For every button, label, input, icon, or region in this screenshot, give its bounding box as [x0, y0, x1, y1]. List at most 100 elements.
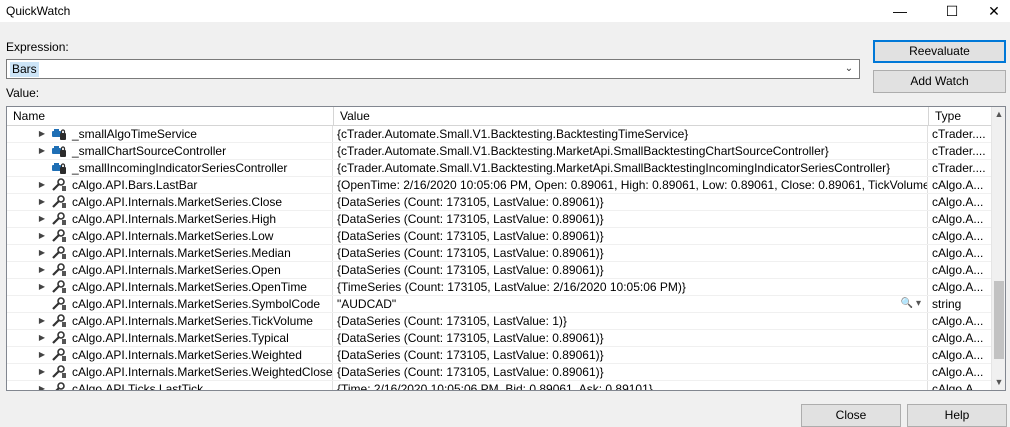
- expand-arrow-icon[interactable]: ▶: [37, 364, 47, 380]
- row-value-text: {DataSeries (Count: 173105, LastValue: 0…: [337, 246, 604, 260]
- row-name-label: cAlgo.API.Internals.MarketSeries.Median: [72, 246, 291, 260]
- reevaluate-button[interactable]: Reevaluate: [873, 40, 1006, 63]
- table-row[interactable]: cAlgo.API.Internals.MarketSeries.SymbolC…: [7, 296, 991, 313]
- column-header-type[interactable]: Type: [929, 107, 991, 125]
- expand-arrow-icon[interactable]: ▶: [37, 245, 47, 261]
- cell-value[interactable]: {cTrader.Automate.Small.V1.Backtesting.B…: [334, 126, 928, 142]
- cell-name: ▶ cAlgo.API.Internals.MarketSeries.TickVo…: [7, 313, 333, 329]
- row-value-text: {DataSeries (Count: 173105, LastValue: 0…: [337, 229, 604, 243]
- property-wrench-icon: [51, 314, 67, 328]
- cell-value[interactable]: {cTrader.Automate.Small.V1.Backtesting.M…: [334, 143, 928, 159]
- minimize-button[interactable]: —: [878, 0, 922, 22]
- table-row[interactable]: ▶ cAlgo.API.Internals.MarketSeries.TickVo…: [7, 313, 991, 330]
- close-window-button[interactable]: ✕: [972, 0, 1010, 22]
- expand-arrow-icon[interactable]: ▶: [37, 177, 47, 193]
- visualizer-magnifier-icon[interactable]: 🔍 ▾: [901, 296, 921, 312]
- cell-type: cAlgo.A...: [932, 280, 984, 294]
- table-row[interactable]: ▶ cAlgo.API.Internals.MarketSeries.High {D…: [7, 211, 991, 228]
- property-wrench-icon: [51, 229, 67, 243]
- maximize-button[interactable]: ☐: [930, 0, 974, 22]
- row-value-text: {DataSeries (Count: 173105, LastValue: 0…: [337, 348, 604, 362]
- cell-value[interactable]: {DataSeries (Count: 173105, LastValue: 0…: [334, 364, 928, 380]
- add-watch-button[interactable]: Add Watch: [873, 70, 1006, 93]
- property-wrench-icon: [51, 280, 67, 294]
- row-name-label: cAlgo.API.Internals.MarketSeries.Open: [72, 263, 281, 277]
- scroll-down-icon[interactable]: ▼: [992, 375, 1005, 389]
- row-value-text: {cTrader.Automate.Small.V1.Backtesting.M…: [337, 161, 891, 175]
- cell-value[interactable]: {DataSeries (Count: 173105, LastValue: 0…: [334, 228, 928, 244]
- table-row[interactable]: ▶ cAlgo.API.Internals.MarketSeries.OpenTi…: [7, 279, 991, 296]
- cell-value[interactable]: {OpenTime: 2/16/2020 10:05:06 PM, Open: …: [334, 177, 928, 193]
- table-row[interactable]: ▶ cAlgo.API.Internals.MarketSeries.Median…: [7, 245, 991, 262]
- row-name-label: cAlgo.API.Internals.MarketSeries.SymbolC…: [72, 297, 321, 311]
- expression-input[interactable]: Bars ⌄: [6, 59, 860, 79]
- vertical-scrollbar[interactable]: ▲ ▼: [991, 107, 1005, 390]
- expression-value[interactable]: Bars: [10, 62, 39, 77]
- column-header-name[interactable]: Name: [7, 107, 334, 125]
- row-value-text: {DataSeries (Count: 173105, LastValue: 1…: [337, 314, 567, 328]
- row-name-label: cAlgo.API.Internals.MarketSeries.Low: [72, 229, 274, 243]
- expand-arrow-icon[interactable]: ▶: [37, 194, 47, 210]
- row-name-label: cAlgo.API.Internals.MarketSeries.Weighte…: [72, 365, 333, 379]
- cell-value[interactable]: {cTrader.Automate.Small.V1.Backtesting.M…: [334, 160, 928, 176]
- cell-type: cTrader....: [932, 127, 986, 141]
- cell-value[interactable]: {DataSeries (Count: 173105, LastValue: 0…: [334, 211, 928, 227]
- table-row[interactable]: ▶ cAlgo.API.Internals.MarketSeries.Low {Da…: [7, 228, 991, 245]
- cell-name: ▶ cAlgo.API.Bars.LastBar: [7, 177, 333, 193]
- watch-grid[interactable]: Name Value Type ▶ _smallAlgoTimeService {c…: [6, 106, 1006, 391]
- row-name-label: _smallAlgoTimeService: [72, 127, 197, 141]
- expand-arrow-icon[interactable]: ▶: [37, 228, 47, 244]
- cell-value[interactable]: {DataSeries (Count: 173105, LastValue: 0…: [334, 330, 928, 346]
- table-row[interactable]: ▶ _smallAlgoTimeService {cTrader.Automate.…: [7, 126, 991, 143]
- cell-name: cAlgo.API.Internals.MarketSeries.SymbolC…: [7, 296, 333, 312]
- cell-value[interactable]: {DataSeries (Count: 173105, LastValue: 0…: [334, 347, 928, 363]
- expand-arrow-icon[interactable]: ▶: [37, 143, 47, 159]
- cell-type: cAlgo.A...: [932, 365, 984, 379]
- cell-value[interactable]: {DataSeries (Count: 173105, LastValue: 0…: [334, 245, 928, 261]
- cell-name: ▶ cAlgo.API.Ticks.LastTick: [7, 381, 333, 390]
- cell-type: cAlgo.A...: [932, 348, 984, 362]
- cell-name: ▶ cAlgo.API.Internals.MarketSeries.Low: [7, 228, 333, 244]
- column-header-value[interactable]: Value: [334, 107, 929, 125]
- expression-label: Expression:: [6, 40, 69, 54]
- expand-arrow-icon[interactable]: ▶: [37, 347, 47, 363]
- help-button[interactable]: Help: [907, 404, 1007, 427]
- cell-type: cAlgo.A...: [932, 229, 984, 243]
- expand-arrow-icon[interactable]: ▶: [37, 313, 47, 329]
- cell-type: cTrader....: [932, 144, 986, 158]
- table-row[interactable]: ▶ cAlgo.API.Internals.MarketSeries.Weight…: [7, 364, 991, 381]
- table-row[interactable]: ▶ cAlgo.API.Internals.MarketSeries.Open {D…: [7, 262, 991, 279]
- expand-arrow-icon[interactable]: ▶: [37, 330, 47, 346]
- table-row[interactable]: ▶ cAlgo.API.Internals.MarketSeries.Close {…: [7, 194, 991, 211]
- row-value-text: {DataSeries (Count: 173105, LastValue: 0…: [337, 365, 604, 379]
- table-row[interactable]: ▶ cAlgo.API.Internals.MarketSeries.Typica…: [7, 330, 991, 347]
- expand-arrow-icon[interactable]: ▶: [37, 262, 47, 278]
- row-name-label: _smallIncomingIndicatorSeriesController: [72, 161, 288, 175]
- table-row[interactable]: ▶ _smallChartSourceController {cTrader.Aut…: [7, 143, 991, 160]
- table-row[interactable]: _smallIncomingIndicatorSeriesController {…: [7, 160, 991, 177]
- cell-value[interactable]: {DataSeries (Count: 173105, LastValue: 0…: [334, 262, 928, 278]
- cell-type: cAlgo.A...: [932, 195, 984, 209]
- cell-value[interactable]: {DataSeries (Count: 173105, LastValue: 1…: [334, 313, 928, 329]
- table-row[interactable]: ▶ cAlgo.API.Ticks.LastTick {Time: 2/16/202…: [7, 381, 991, 390]
- expand-arrow-icon[interactable]: ▶: [37, 381, 47, 390]
- expand-arrow-icon[interactable]: ▶: [37, 126, 47, 142]
- cell-value[interactable]: "AUDCAD" 🔍 ▾: [334, 296, 928, 312]
- chevron-down-icon[interactable]: ⌄: [841, 60, 857, 78]
- cell-value[interactable]: {TimeSeries (Count: 173105, LastValue: 2…: [334, 279, 928, 295]
- property-wrench-icon: [51, 195, 67, 209]
- scroll-up-icon[interactable]: ▲: [992, 107, 1005, 121]
- scroll-thumb[interactable]: [994, 281, 1004, 359]
- cell-value[interactable]: {Time: 2/16/2020 10:05:06 PM, Bid: 0.890…: [334, 381, 928, 390]
- grid-header: Name Value Type: [7, 107, 991, 126]
- expand-arrow-icon[interactable]: ▶: [37, 279, 47, 295]
- cell-value[interactable]: {DataSeries (Count: 173105, LastValue: 0…: [334, 194, 928, 210]
- close-button[interactable]: Close: [801, 404, 901, 427]
- value-label: Value:: [6, 86, 40, 100]
- cell-name: _smallIncomingIndicatorSeriesController: [7, 160, 333, 176]
- table-row[interactable]: ▶ cAlgo.API.Internals.MarketSeries.Weight…: [7, 347, 991, 364]
- expand-arrow-icon[interactable]: ▶: [37, 211, 47, 227]
- row-value-text: {cTrader.Automate.Small.V1.Backtesting.M…: [337, 144, 829, 158]
- table-row[interactable]: ▶ cAlgo.API.Bars.LastBar {OpenTime: 2/16/2…: [7, 177, 991, 194]
- cell-name: ▶ _smallAlgoTimeService: [7, 126, 333, 142]
